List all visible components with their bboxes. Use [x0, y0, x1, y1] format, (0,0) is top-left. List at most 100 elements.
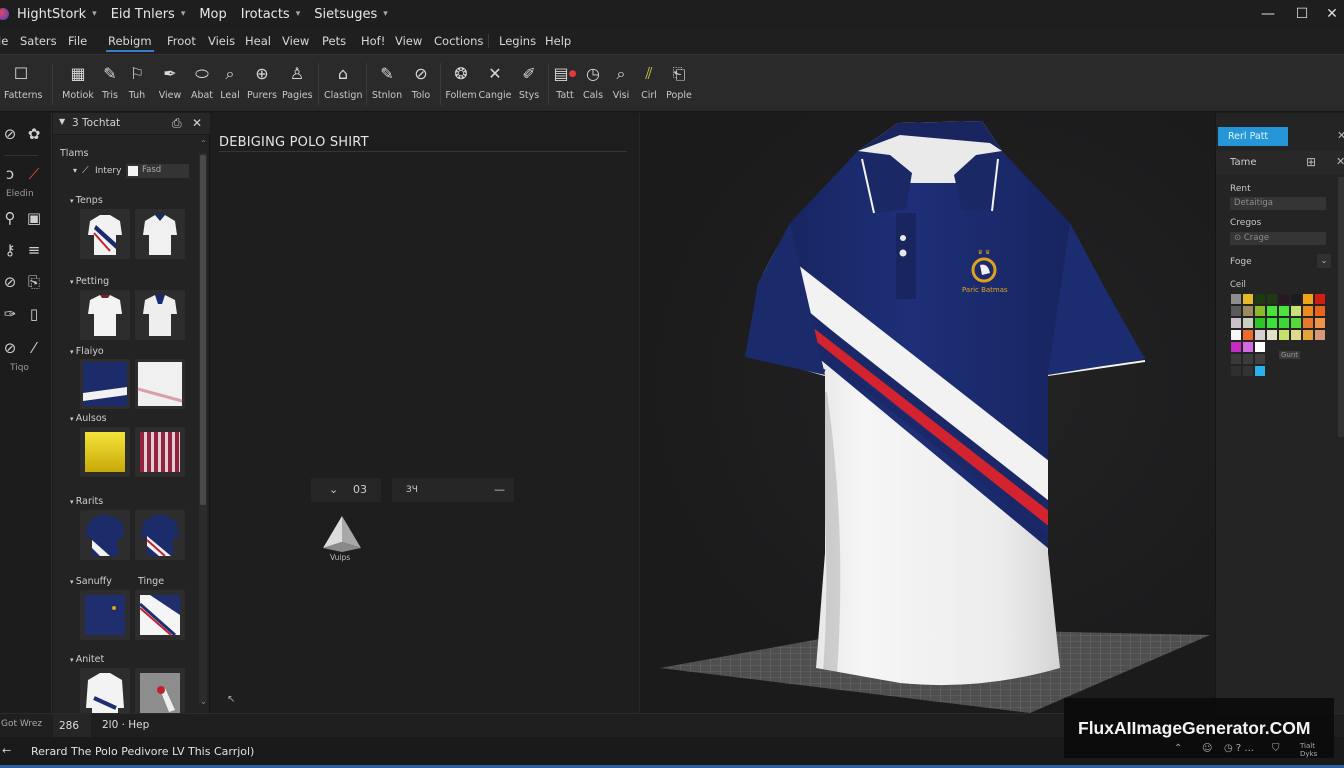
- color-swatch[interactable]: [1255, 294, 1265, 304]
- panel-scrollbar[interactable]: [199, 153, 207, 703]
- scroll-up-icon[interactable]: ⌃: [200, 139, 207, 148]
- lasso-icon[interactable]: ↄ: [0, 165, 20, 183]
- magnifier-icon[interactable]: ⚲: [0, 209, 20, 227]
- thumbnail-white-shirt[interactable]: [135, 359, 185, 409]
- color-swatch[interactable]: [1279, 306, 1289, 316]
- color-swatch[interactable]: [1303, 330, 1313, 340]
- export-icon[interactable]: ⎘: [24, 273, 44, 291]
- design-canvas[interactable]: DEBIGING POLO SHIRT ⌄ 03 ЗЧ — Vuips ↖: [211, 113, 639, 713]
- thumbnail-navy-polo[interactable]: [80, 510, 130, 560]
- section-header[interactable]: ▾ Sanuffy: [70, 576, 112, 587]
- color-swatch[interactable]: [1231, 294, 1241, 304]
- color-swatch[interactable]: [1231, 318, 1241, 328]
- section-header[interactable]: ▾ Tenps: [70, 195, 103, 206]
- menu-item[interactable]: Hof!: [361, 34, 385, 48]
- tool-4[interactable]: ✒ View: [156, 63, 184, 101]
- color-swatch[interactable]: [1255, 342, 1265, 352]
- color-swatch[interactable]: [1315, 318, 1325, 328]
- close-icon[interactable]: ✕: [192, 116, 202, 130]
- menu-item-active[interactable]: Rebigm: [106, 34, 154, 52]
- thumbnail-polo-white[interactable]: [135, 209, 185, 259]
- tool-7[interactable]: ⊕ Purers: [246, 63, 278, 101]
- tool-2[interactable]: ✎ Tris: [98, 63, 122, 101]
- tool-5[interactable]: ⬭ Abat: [188, 63, 216, 101]
- color-swatch[interactable]: [1243, 330, 1253, 340]
- tool-1[interactable]: ▦ Motiok: [60, 63, 96, 101]
- dropper-icon[interactable]: ⁄: [24, 339, 44, 357]
- color-swatch[interactable]: [1255, 318, 1265, 328]
- pin-icon[interactable]: ⊞: [1306, 155, 1316, 169]
- thumbnail-polo-stripe[interactable]: [80, 209, 130, 259]
- shield-icon[interactable]: ⛉: [1272, 743, 1280, 754]
- tool-18[interactable]: ⫽ Cirl: [636, 63, 662, 101]
- menu-item[interactable]: Help: [545, 34, 571, 48]
- tool-12[interactable]: ❂ Follem: [444, 63, 478, 101]
- thumbnail-hand[interactable]: [135, 668, 185, 718]
- color-swatch[interactable]: [1243, 342, 1253, 352]
- menu-item[interactable]: le: [0, 34, 8, 48]
- tool-13[interactable]: ✕ Cangie: [478, 63, 512, 101]
- section-header[interactable]: ▾ Rarits: [70, 496, 103, 507]
- chevron-up-icon[interactable]: ⌃: [1174, 743, 1182, 754]
- value-field[interactable]: ЗЧ —: [392, 478, 514, 502]
- color-swatch[interactable]: [1243, 366, 1253, 376]
- tool-17[interactable]: ⌕ Visi: [608, 63, 634, 101]
- chevron-down-icon[interactable]: ▾: [73, 166, 77, 175]
- title-menu-4[interactable]: Sietsuges ▾: [314, 7, 388, 22]
- thumbnail-longsleeve[interactable]: [80, 668, 130, 718]
- section-header[interactable]: ▾ Flaiyo: [70, 346, 104, 357]
- color-swatch[interactable]: [1315, 306, 1325, 316]
- status-value[interactable]: 286: [53, 714, 91, 738]
- color-swatch[interactable]: [1231, 354, 1241, 364]
- menu-item[interactable]: View: [282, 34, 309, 48]
- feather-icon[interactable]: ⊘: [0, 273, 20, 291]
- pyramid-shape-icon[interactable]: [321, 514, 363, 554]
- scroll-down-icon[interactable]: ⌄: [200, 697, 207, 706]
- menu-item[interactable]: Vieis: [208, 34, 235, 48]
- thumbnail-navy-shirt[interactable]: [80, 359, 130, 409]
- title-menu-3[interactable]: Irotacts ▾: [241, 7, 300, 22]
- thumbnail-polo-diagonal[interactable]: [135, 590, 185, 640]
- dropdown-toggle[interactable]: ⌄: [1317, 254, 1331, 268]
- color-swatch[interactable]: [1243, 294, 1253, 304]
- tool-3[interactable]: ⚐ Tuh: [126, 63, 148, 101]
- color-swatch[interactable]: [1243, 306, 1253, 316]
- color-swatch[interactable]: [1303, 306, 1313, 316]
- color-swatch[interactable]: [1267, 306, 1277, 316]
- color-swatch[interactable]: [1291, 330, 1301, 340]
- polo-shirt-model[interactable]: ♛ ♛: [740, 121, 1146, 713]
- brush-icon[interactable]: ⟋: [24, 165, 44, 183]
- tool-patterns[interactable]: ☐ Fatterns: [4, 63, 42, 101]
- menu-item[interactable]: Legins: [499, 34, 536, 48]
- collapse-icon[interactable]: ▼: [59, 117, 65, 126]
- color-swatch[interactable]: [1267, 330, 1277, 340]
- tool-6[interactable]: ⌕ Leal: [216, 63, 244, 101]
- panel-scrollbar[interactable]: [1338, 177, 1344, 437]
- menu-item[interactable]: Coctions: [434, 34, 483, 48]
- color-swatch[interactable]: [1267, 294, 1277, 304]
- color-swatch[interactable]: [1231, 366, 1241, 376]
- thumbnail-shirt-navy-collar[interactable]: [135, 290, 185, 340]
- color-swatch[interactable]: [1231, 330, 1241, 340]
- section-header[interactable]: ▾ Petting: [70, 276, 109, 287]
- tool-8[interactable]: ♙ Pagies: [282, 63, 313, 101]
- image-icon[interactable]: ▣: [24, 209, 44, 227]
- rent-field[interactable]: Detaitiga: [1230, 197, 1326, 210]
- color-swatch[interactable]: [1255, 330, 1265, 340]
- close-button[interactable]: ✕: [1318, 4, 1344, 24]
- color-swatch[interactable]: [1291, 294, 1301, 304]
- cregos-field[interactable]: ⊙ Crage: [1230, 232, 1326, 245]
- color-swatch[interactable]: [1279, 318, 1289, 328]
- thumbnail-shirt-back[interactable]: [80, 290, 130, 340]
- title-menu-1[interactable]: Eid Tnlers ▾: [111, 7, 186, 22]
- menu-item[interactable]: Froot: [167, 34, 196, 48]
- back-icon[interactable]: ←: [2, 744, 11, 757]
- menu-item[interactable]: Pets: [322, 34, 346, 48]
- tab-active[interactable]: Rerl Patt: [1218, 127, 1288, 146]
- bulb-icon[interactable]: ⊘: [0, 339, 20, 357]
- thumbnail-yellow-swatch[interactable]: [80, 427, 130, 477]
- color-swatch[interactable]: [1303, 318, 1313, 328]
- color-swatch[interactable]: [1291, 306, 1301, 316]
- menu-item[interactable]: Saters: [20, 34, 57, 48]
- clock-icon[interactable]: ◷ ? ...: [1224, 743, 1254, 754]
